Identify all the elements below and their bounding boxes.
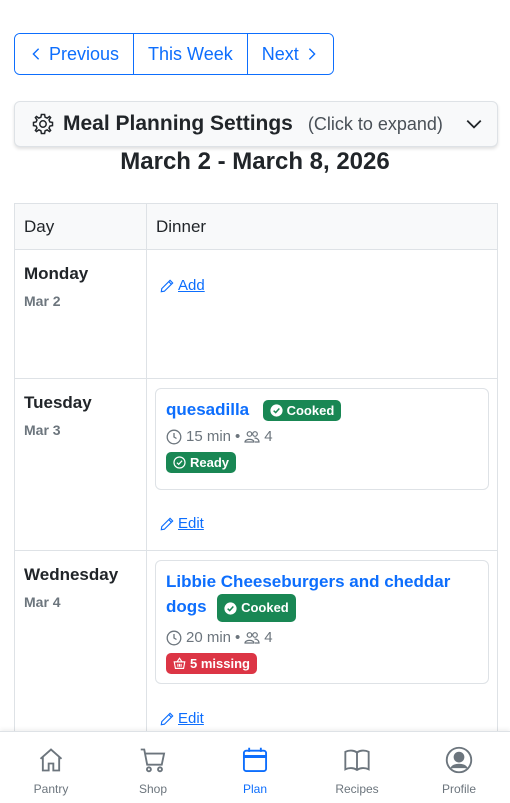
cooked-badge: Cooked [262,400,342,422]
this-week-label: This Week [148,43,233,64]
meta-separator: • [235,428,241,446]
edit-meal-link[interactable]: Edit [160,710,204,727]
chevron-right-icon [308,48,316,60]
check-circle-icon [224,601,237,615]
edit-label: Edit [178,710,204,727]
dinner-cell: Libbie Cheeseburgers and cheddar dogs Co… [147,551,497,740]
ready-label: Ready [190,455,230,471]
nav-plan-label: Plan [242,782,268,796]
day-cell: Wednesday Mar 4 [15,551,147,740]
nav-profile[interactable]: Profile [408,732,510,803]
meal-card: quesadilla Cooked 15 min • 4 Ready [155,388,489,490]
add-label: Add [178,277,205,294]
house-icon [39,748,63,772]
check-circle-icon [173,456,186,469]
meta-separator: • [235,629,241,646]
gear-icon [32,113,54,135]
clock-icon [166,429,182,445]
cooked-label: Cooked [241,600,289,615]
book-icon [344,749,370,772]
settings-hint: (Click to expand) [307,113,443,134]
table-row: Tuesday Mar 3 quesadilla Cooked 15 min • [15,379,497,551]
missing-badge: 5 missing [166,653,257,674]
dinner-cell: quesadilla Cooked 15 min • 4 Ready Edit [147,379,497,550]
header-day: Day [15,204,147,249]
chevron-left-icon [32,48,40,60]
prep-time: 15 min [186,428,232,446]
day-date: Mar 4 [24,594,61,610]
edit-label: Edit [178,515,204,532]
edit-meal-link[interactable]: Edit [160,515,204,532]
ready-badge: Ready [166,452,237,474]
nav-recipes-label: Recipes [335,782,379,796]
cart-icon [140,748,166,773]
table-header: Day Dinner [15,204,497,250]
pencil-icon [160,279,174,292]
meal-meta: 20 min • 4 [166,629,478,646]
check-circle-icon [270,404,283,417]
people-icon [244,430,260,443]
add-meal-link[interactable]: Add [160,277,205,294]
nav-pantry[interactable]: Pantry [0,732,102,803]
servings: 4 [264,629,273,646]
chevron-down-icon [466,119,482,129]
meal-meta: 15 min • 4 [166,428,478,445]
nav-shop[interactable]: Shop [102,732,204,803]
meal-title-link[interactable]: quesadilla [166,400,249,419]
day-name: Monday [24,264,89,283]
clock-icon [166,630,182,645]
settings-title: Meal Planning Settings [63,112,293,135]
nav-plan[interactable]: Plan [204,732,306,803]
nav-pantry-label: Pantry [33,782,69,796]
pencil-icon [160,712,174,725]
previous-week-button[interactable]: Previous [15,34,134,74]
missing-label: 5 missing [190,656,250,671]
day-cell: Monday Mar 2 [15,250,147,378]
pencil-icon [160,517,174,530]
nav-shop-label: Shop [138,782,168,796]
bottom-navigation: Pantry Shop Plan Recipes Profile [0,731,510,803]
calendar-icon [242,747,268,773]
this-week-button[interactable]: This Week [133,34,247,74]
day-date: Mar 3 [24,422,61,438]
day-cell: Tuesday Mar 3 [15,379,147,550]
meal-card: Libbie Cheeseburgers and cheddar dogs Co… [155,560,489,684]
week-navigation: Previous This Week Next [14,33,334,75]
cooked-label: Cooked [286,403,335,419]
basket-icon [173,657,186,669]
day-date: Mar 2 [24,293,61,309]
servings: 4 [264,428,273,446]
meal-plan-table: Day Dinner Monday Mar 2 Add Tuesday Mar … [14,203,498,741]
dinner-cell: Add [147,250,497,378]
nav-profile-label: Profile [441,782,476,796]
header-dinner: Dinner [156,216,207,236]
meal-planning-settings-toggle[interactable]: Meal Planning Settings (Click to expand) [14,101,498,147]
person-circle-icon [445,746,473,774]
nav-recipes[interactable]: Recipes [306,732,408,803]
week-range-title: March 2 - March 8, 2026 [120,148,390,175]
prep-time: 20 min [186,629,232,646]
table-row: Wednesday Mar 4 Libbie Cheeseburgers and… [15,551,497,741]
table-row: Monday Mar 2 Add [15,250,497,379]
day-name: Wednesday [24,565,119,584]
previous-label: Previous [49,43,120,64]
next-week-button[interactable]: Next [246,34,333,74]
day-name: Tuesday [24,393,92,412]
next-label: Next [261,43,299,64]
meal-title-link[interactable]: Libbie Cheeseburgers and cheddar dogs [166,572,450,616]
people-icon [244,631,260,644]
cooked-badge: Cooked [217,594,296,622]
